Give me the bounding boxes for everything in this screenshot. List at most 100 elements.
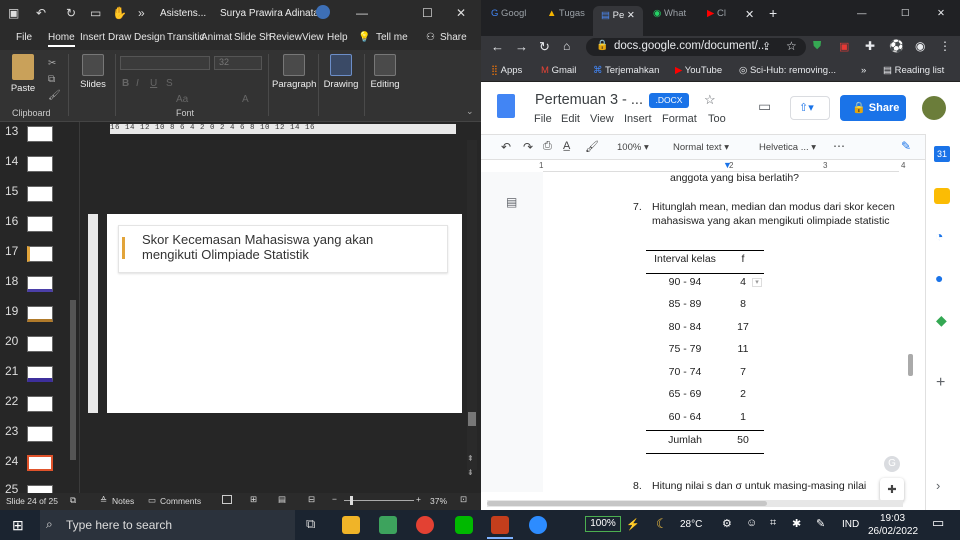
contacts-icon[interactable]: ● (935, 270, 943, 286)
table-cell-interval[interactable]: 70 - 74 (647, 366, 723, 378)
slide-thumbnail[interactable] (27, 366, 53, 382)
slide-thumbnail[interactable] (27, 336, 53, 352)
slide-thumbnail[interactable] (27, 426, 53, 442)
redo-icon[interactable]: ↷ (523, 140, 533, 154)
close-tab-icon[interactable]: ✕ (627, 10, 635, 21)
tab-transitions[interactable]: Transitic (167, 32, 204, 43)
paste-button[interactable]: Paste (2, 54, 44, 94)
comments-button[interactable]: Comments (160, 496, 201, 506)
save-icon[interactable]: ▣ (8, 6, 19, 20)
tasks-icon[interactable]: ◔ (935, 228, 943, 244)
keep-icon[interactable] (934, 188, 950, 204)
bookmark-translate[interactable]: ⌘ Terjemahkan (593, 65, 659, 76)
tab-draw[interactable]: Draw (108, 32, 131, 43)
slide-thumbnail[interactable] (27, 126, 53, 142)
store-icon[interactable] (379, 516, 397, 534)
menu-view[interactable]: View (590, 113, 614, 125)
underline-icon[interactable]: U (150, 78, 157, 89)
editing-button[interactable]: Editing (364, 54, 406, 90)
tab-view[interactable]: View (302, 32, 324, 43)
slide-thumbnail[interactable] (27, 396, 53, 412)
zoom-level[interactable]: 37% (430, 496, 447, 506)
menu-format[interactable]: Format (662, 113, 697, 125)
undo-icon[interactable]: ↶ (36, 6, 46, 20)
network-icon[interactable]: ⌗ (770, 517, 776, 530)
file-explorer-icon[interactable] (342, 516, 360, 534)
table-cell-interval[interactable]: 75 - 79 (647, 343, 723, 355)
zoom-slider[interactable] (344, 500, 414, 501)
clock-date[interactable]: 26/02/2022 (868, 526, 918, 537)
lock-icon[interactable]: 🔒 (596, 40, 608, 51)
battery-indicator[interactable]: 100% (585, 516, 621, 532)
profile-icon[interactable]: ◉ (915, 39, 925, 53)
forward-icon[interactable]: → (515, 39, 528, 54)
tab-drive[interactable]: ▲ Tugas (547, 8, 585, 30)
maximize-icon[interactable]: ☐ (422, 6, 433, 20)
tab-review[interactable]: Review (269, 32, 302, 43)
sorter-view-icon[interactable]: ⊞ (250, 494, 257, 505)
tab-slideshow[interactable]: Slide Sh (234, 32, 271, 43)
windows-start-icon[interactable]: ⊞ (12, 517, 24, 534)
horizontal-scrollbar[interactable] (487, 500, 903, 507)
indent-marker-icon[interactable]: ▼ (723, 160, 732, 170)
maps-icon[interactable]: ◆ (936, 312, 947, 329)
paint-format-icon[interactable]: 🖌 (585, 140, 599, 153)
copy-icon[interactable]: ⧉ (48, 74, 55, 85)
slide-thumbnail[interactable] (27, 276, 53, 292)
slide-thumbnail[interactable] (27, 186, 53, 202)
add-comment-icon[interactable]: ✚ (880, 478, 904, 502)
puzzle-icon[interactable]: ✚ (865, 39, 875, 53)
table-cell-frequency[interactable]: 8 (728, 298, 758, 310)
menu-tools[interactable]: Too (708, 113, 726, 125)
more-icon[interactable]: » (138, 6, 145, 20)
font-family-select[interactable] (120, 56, 210, 70)
maximize-icon[interactable]: ☐ (901, 8, 910, 30)
close-window-icon[interactable]: ✕ (937, 8, 945, 30)
share-page-icon[interactable]: ⇪ (762, 40, 771, 53)
font-select[interactable]: Helvetica ... ▾ (759, 142, 816, 153)
language-indicator[interactable]: IND (842, 519, 859, 530)
slide-title[interactable]: Skor Kecemasan Mahasiswa yang akan mengi… (142, 232, 432, 262)
new-tab-icon[interactable]: + (769, 5, 777, 27)
star-icon[interactable]: ☆ (704, 92, 716, 108)
more-bookmarks-icon[interactable]: » (861, 65, 866, 76)
bluetooth-icon[interactable]: ✱ (792, 517, 801, 530)
meet-button[interactable]: ⇧▾ (790, 96, 830, 120)
editor-scrollbar[interactable] (467, 140, 477, 470)
docs-logo-icon[interactable] (497, 94, 515, 118)
more-options-icon[interactable]: ⋯ (833, 139, 845, 153)
slide-thumbnail[interactable] (27, 485, 53, 493)
tab-design[interactable]: Design (134, 32, 165, 43)
spellcheck-icon[interactable]: A̲ (563, 140, 570, 152)
extension-icon[interactable]: ▣ (839, 40, 849, 53)
get-addons-icon[interactable]: + (936, 374, 945, 392)
italic-icon[interactable]: I (136, 78, 139, 89)
zoom-in-icon[interactable]: + (416, 494, 421, 504)
zoom-out-icon[interactable]: − (332, 494, 337, 504)
tab-youtube[interactable]: ▶ Cl (707, 8, 726, 30)
document-scrollbar[interactable] (908, 354, 913, 376)
slide-thumbnail-selected[interactable] (27, 455, 53, 471)
back-icon[interactable]: ← (491, 39, 504, 54)
notes-button[interactable]: Notes (112, 496, 134, 506)
line-app-icon[interactable] (455, 516, 473, 534)
expand-panel-icon[interactable]: › (936, 478, 940, 493)
shield-icon[interactable]: ⛊ (813, 40, 821, 53)
tell-me-search[interactable]: Tell me (376, 32, 408, 43)
pen-icon[interactable]: ✎ (816, 517, 825, 530)
share-button[interactable]: Share (440, 32, 467, 43)
collapse-ribbon-icon[interactable]: ⌄ (466, 106, 474, 117)
next-slide-icon[interactable]: ⇟ (467, 468, 474, 477)
normal-view-icon[interactable] (222, 495, 232, 504)
comment-icon[interactable]: ▭ (758, 98, 771, 115)
zoom-slider-thumb[interactable] (350, 496, 353, 505)
undo-icon[interactable]: ↶ (501, 140, 511, 154)
accessibility-icon[interactable]: ⧉ (70, 495, 76, 506)
slide-thumbnail[interactable] (27, 246, 53, 262)
tab-google[interactable]: G Googl (491, 8, 526, 30)
scroll-thumb[interactable] (487, 501, 767, 506)
table-cell-frequency[interactable]: 11 (728, 343, 758, 355)
prev-slide-icon[interactable]: ⇞ (467, 454, 474, 463)
zoom-select[interactable]: 100% ▾ (617, 142, 649, 153)
slide-thumbnail[interactable] (27, 216, 53, 232)
